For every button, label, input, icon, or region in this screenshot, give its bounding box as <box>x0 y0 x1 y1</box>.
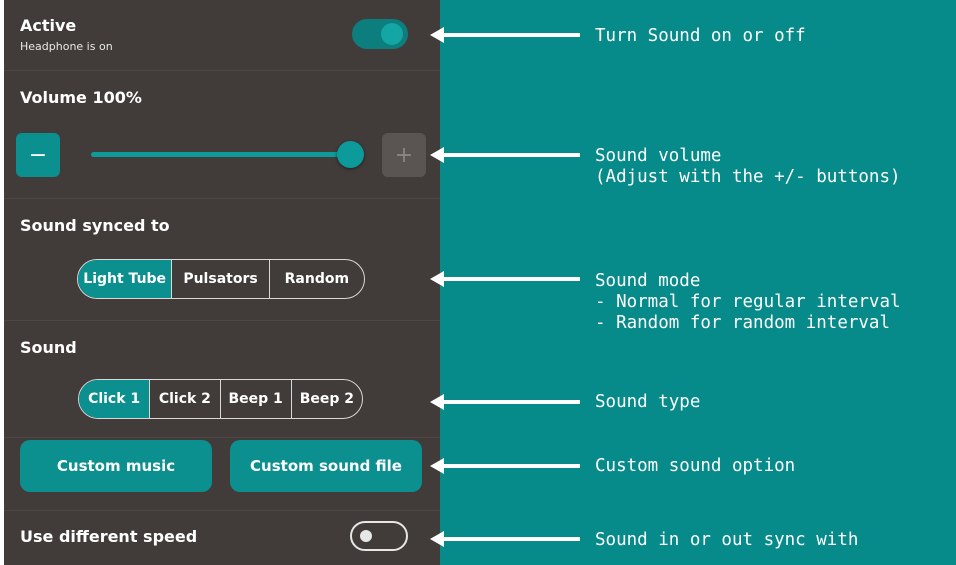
annotation-custom: Custom sound option <box>595 456 796 476</box>
sound-option-click-2[interactable]: Click 2 <box>149 380 219 418</box>
divider <box>4 437 440 438</box>
arrow-icon <box>430 531 580 547</box>
active-title: Active <box>20 16 77 35</box>
arrow-icon <box>430 27 580 43</box>
active-subtitle: Headphone is on <box>20 40 113 53</box>
speed-label: Use different speed <box>20 527 198 546</box>
volume-slider-track[interactable] <box>91 152 353 157</box>
custom-sound-file-button[interactable]: Custom sound file <box>230 440 422 492</box>
annotation-type: Sound type <box>595 392 701 412</box>
arrow-icon <box>430 394 580 410</box>
divider <box>4 320 440 321</box>
synced-label: Sound synced to <box>20 216 170 235</box>
divider <box>4 198 440 199</box>
sound-label: Sound <box>20 338 77 357</box>
sound-option-click-1[interactable]: Click 1 <box>79 380 150 418</box>
volume-decrease-button[interactable]: − <box>16 133 60 177</box>
sound-option-beep-1[interactable]: Beep 1 <box>219 380 291 418</box>
toggle-knob <box>381 23 403 45</box>
toggle-knob <box>360 530 372 542</box>
speed-toggle[interactable] <box>350 521 408 551</box>
volume-label: Volume 100% <box>20 88 142 107</box>
annotation-speed: Sound in or out sync with <box>595 530 859 550</box>
annotation-mode: Sound mode - Normal for regular interval… <box>595 271 901 333</box>
sound-option-beep-2[interactable]: Beep 2 <box>290 380 362 418</box>
volume-slider-thumb[interactable] <box>337 141 364 168</box>
sound-type-selector: Click 1 Click 2 Beep 1 Beep 2 <box>78 379 363 419</box>
sync-mode-selector: Light Tube Pulsators Random <box>77 259 365 299</box>
custom-music-button[interactable]: Custom music <box>20 440 212 492</box>
sync-option-random[interactable]: Random <box>268 260 364 298</box>
divider <box>4 510 440 511</box>
annotation-toggle: Turn Sound on or off <box>595 26 806 46</box>
arrow-icon <box>430 147 580 163</box>
active-toggle[interactable] <box>352 19 408 49</box>
arrow-icon <box>430 271 580 287</box>
arrow-icon <box>430 458 580 474</box>
divider <box>4 70 440 71</box>
sync-option-light-tube[interactable]: Light Tube <box>78 260 172 298</box>
volume-increase-button[interactable]: + <box>382 133 426 177</box>
annotation-volume: Sound volume (Adjust with the +/- button… <box>595 146 901 187</box>
sync-option-pulsators[interactable]: Pulsators <box>171 260 268 298</box>
